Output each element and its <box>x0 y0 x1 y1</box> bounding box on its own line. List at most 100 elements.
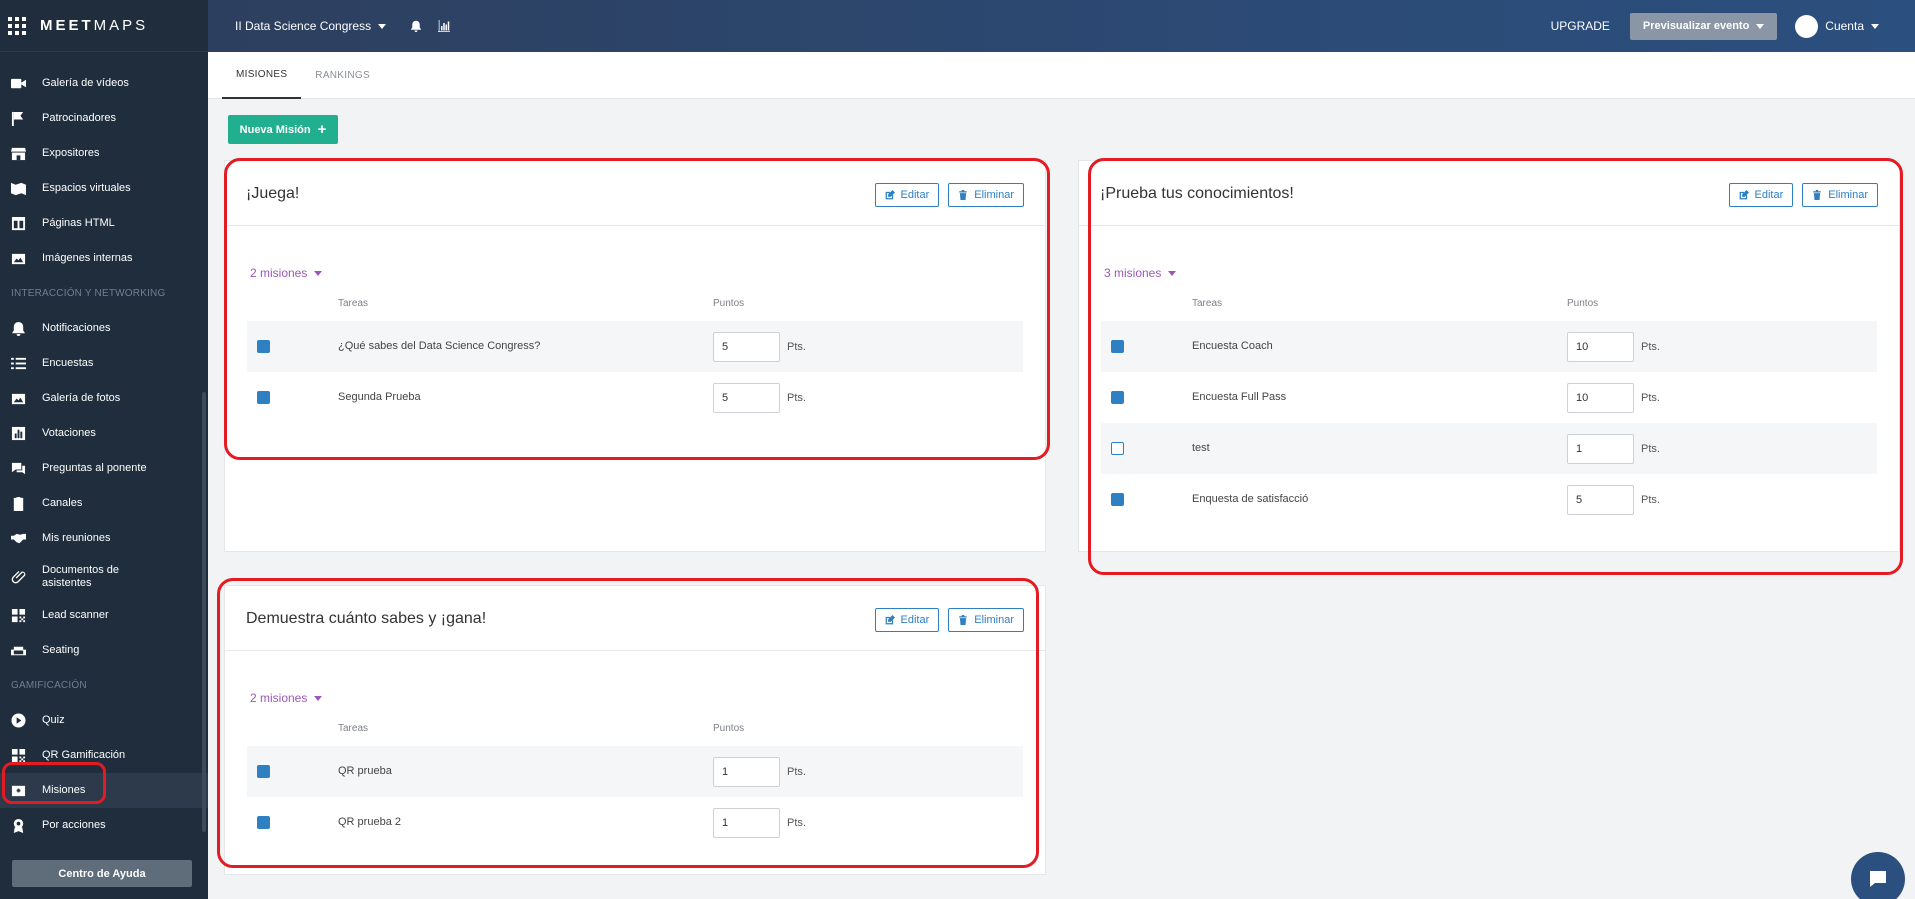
sidebar-item-my-meetings[interactable]: Mis reuniones <box>0 521 208 556</box>
help-center-button[interactable]: Centro de Ayuda <box>12 860 192 887</box>
apps-grid-icon[interactable] <box>8 16 26 35</box>
sidebar-item-lead-scanner[interactable]: Lead scanner <box>0 598 208 633</box>
task-name: ¿Qué sabes del Data Science Congress? <box>338 340 541 352</box>
pts-label: Pts. <box>1641 443 1660 455</box>
edit-icon <box>885 615 895 625</box>
topbar: II Data Science Congress UPGRADE Previsu… <box>208 0 1915 52</box>
task-name: Segunda Prueba <box>338 391 421 403</box>
task-name: Enquesta de satisfacció <box>1192 493 1309 505</box>
sidebar-item-video-gallery[interactable]: Galería de vídeos <box>0 66 208 101</box>
task-list: ¿Qué sabes del Data Science Congress? Pt… <box>247 321 1023 423</box>
event-selector[interactable]: II Data Science Congress <box>235 19 387 33</box>
bell-icon <box>10 321 26 337</box>
sidebar-item-virtual-spaces[interactable]: Espacios virtuales <box>0 171 208 206</box>
sidebar-item-quiz[interactable]: Quiz <box>0 703 208 738</box>
layout-icon <box>10 216 26 232</box>
task-checkbox[interactable] <box>257 391 270 404</box>
delete-button[interactable]: Eliminar <box>1802 183 1878 207</box>
task-checkbox[interactable] <box>257 816 270 829</box>
chart-icon <box>10 426 26 442</box>
card-header: ¡Prueba tus conocimientos! Editar Elimin… <box>1079 161 1899 226</box>
mission-card: ¡Prueba tus conocimientos! Editar Elimin… <box>1078 160 1900 552</box>
chevron-down-icon <box>1168 270 1177 276</box>
sidebar-item-channels[interactable]: Canales <box>0 486 208 521</box>
task-row: QR prueba 2 Pts. <box>247 797 1023 848</box>
points-input[interactable] <box>1567 332 1634 362</box>
delete-button[interactable]: Eliminar <box>948 608 1024 632</box>
trash-icon <box>1813 190 1822 200</box>
tab-missions[interactable]: MISIONES <box>222 52 302 99</box>
points-input[interactable] <box>713 332 780 362</box>
sidebar-item-sponsors[interactable]: Patrocinadores <box>0 101 208 136</box>
sidebar-item-attendee-documents[interactable]: Documentos de asistentes <box>0 556 208 598</box>
points-input[interactable] <box>1567 485 1634 515</box>
preview-event-button[interactable]: Previsualizar evento <box>1629 12 1778 40</box>
points-input[interactable] <box>713 383 780 413</box>
sidebar-item-by-actions[interactable]: Por acciones <box>0 808 208 843</box>
missions-count-toggle[interactable]: 3 misiones <box>1104 266 1177 280</box>
points-column-header: Puntos <box>713 723 745 734</box>
brand-bar: MEETMAPS <box>0 0 208 52</box>
chat-widget-button[interactable] <box>1851 852 1905 899</box>
task-checkbox[interactable] <box>1111 340 1124 353</box>
award-icon <box>10 818 26 834</box>
account-menu[interactable]: Cuenta <box>1795 14 1879 38</box>
topbar-right: UPGRADE Previsualizar evento Cuenta <box>1551 0 1915 52</box>
task-checkbox[interactable] <box>257 340 270 353</box>
sidebar-item-votes[interactable]: Votaciones <box>0 416 208 451</box>
task-name: QR prueba 2 <box>338 816 401 828</box>
sidebar-item-internal-images[interactable]: Imágenes internas <box>0 241 208 276</box>
sidebar: MEETMAPS Galería de vídeos Patrocinadore… <box>0 0 208 899</box>
task-row: test Pts. <box>1101 423 1877 474</box>
play-icon <box>10 713 26 729</box>
task-name: Encuesta Coach <box>1192 340 1273 352</box>
tasks-column-header: Tareas <box>338 723 369 734</box>
missions-count-toggle[interactable]: 2 misiones <box>250 691 323 705</box>
sidebar-item-missions[interactable]: Misiones <box>0 773 208 808</box>
sidebar-item-seating[interactable]: Seating <box>0 633 208 668</box>
delete-button[interactable]: Eliminar <box>948 183 1024 207</box>
upgrade-link[interactable]: UPGRADE <box>1551 19 1610 33</box>
task-row: QR prueba Pts. <box>247 746 1023 797</box>
sidebar-item-speaker-questions[interactable]: Preguntas al ponente <box>0 451 208 486</box>
stats-icon[interactable] <box>438 19 452 33</box>
edit-button[interactable]: Editar <box>874 608 940 632</box>
card-header: Demuestra cuánto sabes y ¡gana! Editar E… <box>225 586 1045 651</box>
sidebar-item-qr-gamification[interactable]: QR Gamificación <box>0 738 208 773</box>
points-input[interactable] <box>1567 383 1634 413</box>
new-mission-button[interactable]: Nueva Misión + <box>228 115 338 144</box>
card-actions: Editar Eliminar <box>1728 183 1878 207</box>
pts-label: Pts. <box>1641 392 1660 404</box>
task-checkbox[interactable] <box>257 765 270 778</box>
points-input[interactable] <box>1567 434 1634 464</box>
edit-button[interactable]: Editar <box>1728 183 1794 207</box>
task-name: QR prueba <box>338 765 392 777</box>
tab-rankings[interactable]: RANKINGS <box>301 52 384 99</box>
task-row: Encuesta Full Pass Pts. <box>1101 372 1877 423</box>
task-checkbox[interactable] <box>1111 391 1124 404</box>
sidebar-item-surveys[interactable]: Encuestas <box>0 346 208 381</box>
sidebar-scrollbar[interactable] <box>202 392 206 832</box>
meetmaps-logo[interactable]: MEETMAPS <box>40 17 148 34</box>
task-checkbox[interactable] <box>1111 442 1124 455</box>
points-input[interactable] <box>713 808 780 838</box>
task-list: Encuesta Coach Pts. Encuesta Full Pass P… <box>1101 321 1877 525</box>
mission-icon <box>10 783 26 799</box>
sidebar-item-notifications[interactable]: Notificaciones <box>0 311 208 346</box>
mission-title: Demuestra cuánto sabes y ¡gana! <box>246 610 487 627</box>
points-input[interactable] <box>713 757 780 787</box>
sidebar-item-photo-gallery[interactable]: Galería de fotos <box>0 381 208 416</box>
task-name: Encuesta Full Pass <box>1192 391 1287 403</box>
card-actions: Editar Eliminar <box>874 183 1024 207</box>
sidebar-item-html-pages[interactable]: Páginas HTML <box>0 206 208 241</box>
flag-icon <box>10 111 26 127</box>
bell-icon[interactable] <box>410 19 424 33</box>
edit-button[interactable]: Editar <box>874 183 940 207</box>
task-list: QR prueba Pts. QR prueba 2 Pts. <box>247 746 1023 848</box>
qr-icon <box>10 608 26 624</box>
tasks-column-header: Tareas <box>338 298 369 309</box>
sidebar-item-exhibitors[interactable]: Expositores <box>0 136 208 171</box>
task-checkbox[interactable] <box>1111 493 1124 506</box>
missions-count-toggle[interactable]: 2 misiones <box>250 266 323 280</box>
section-networking: INTERACCIÓN Y NETWORKING <box>11 288 166 299</box>
